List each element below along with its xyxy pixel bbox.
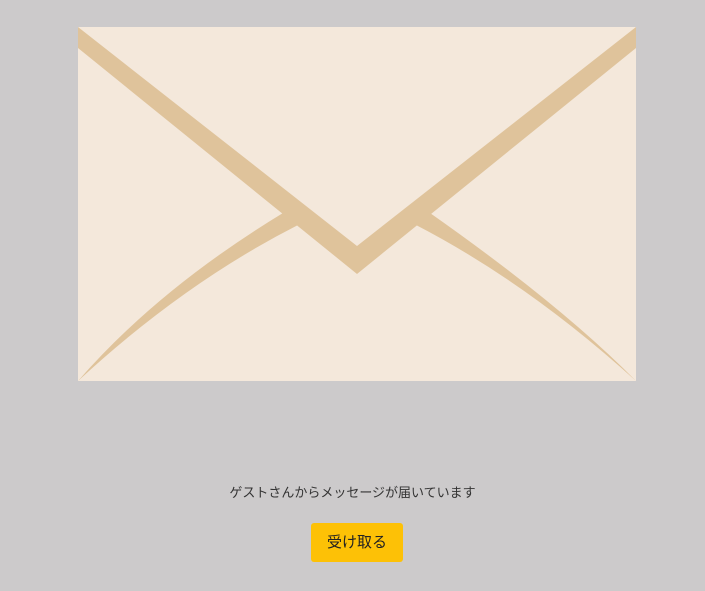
receive-button[interactable]: 受け取る (311, 523, 403, 562)
envelope-paper (78, 27, 636, 381)
envelope-icon (78, 27, 636, 381)
message-text: ゲストさんからメッセージが届いています (229, 486, 476, 501)
